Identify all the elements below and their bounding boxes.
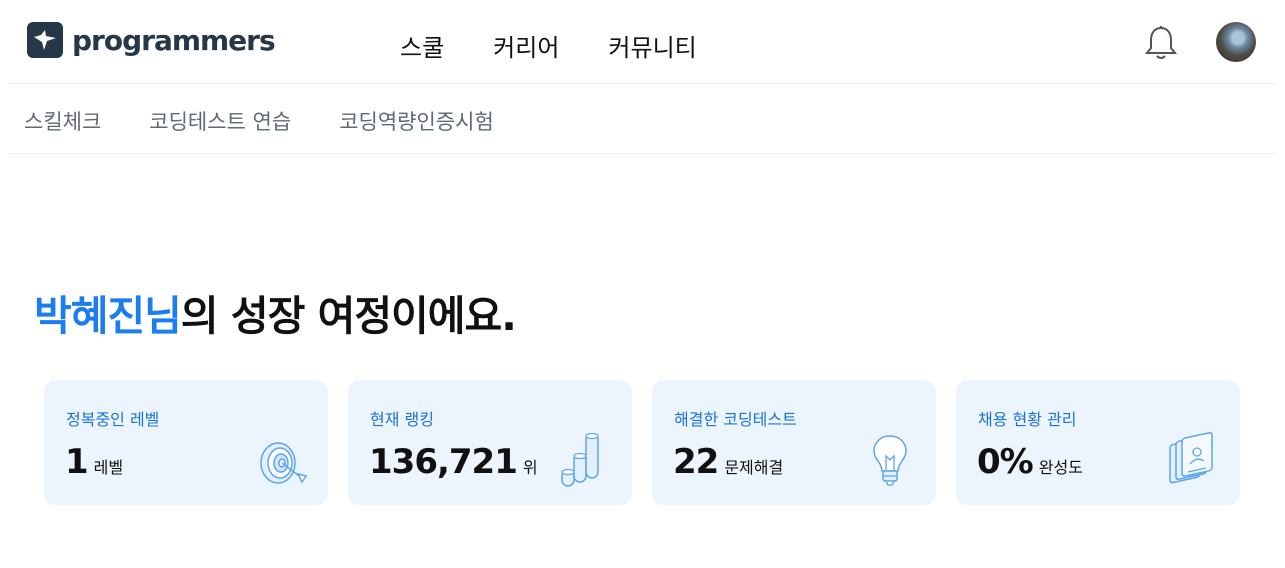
card-title: 채용 현황 관리	[978, 410, 1077, 429]
job-status-card[interactable]: 채용 현황 관리 0% 완성도	[956, 380, 1240, 505]
card-title: 해결한 코딩테스트	[674, 410, 797, 429]
level-card[interactable]: 정복중인 레벨 1 레벨	[44, 380, 328, 505]
card-value: 1 레벨	[65, 442, 123, 482]
bell-icon[interactable]	[1144, 25, 1178, 61]
programmers-logo[interactable]: programmers	[27, 22, 276, 58]
top-navigation-bar: programmers 스쿨 커리어 커뮤니티	[8, 0, 1277, 84]
subnav-item-coding-certification[interactable]: 코딩역량인증시험	[339, 106, 494, 136]
level-value: 1	[65, 442, 89, 482]
logo-bird-icon	[27, 22, 63, 58]
page-title: 박혜진님의 성장 여정이에요.	[34, 282, 517, 342]
completion-value: 0%	[977, 442, 1034, 482]
completion-unit: 완성도	[1038, 458, 1083, 477]
card-value: 0% 완성도	[977, 442, 1083, 482]
ranking-card[interactable]: 현재 랭킹 136,721 위	[348, 380, 632, 505]
ranking-unit: 위	[522, 458, 538, 477]
target-icon	[254, 430, 310, 488]
sub-navigation-bar: 스킬체크 코딩테스트 연습 코딩역량인증시험	[8, 84, 1277, 154]
subnav-item-coding-test-practice[interactable]: 코딩테스트 연습	[149, 106, 291, 136]
title-suffix: 의 성장 여정이에요.	[180, 292, 517, 340]
avatar[interactable]	[1216, 22, 1256, 62]
card-title: 정복중인 레벨	[66, 410, 160, 429]
nav-item-career[interactable]: 커리어	[493, 28, 559, 63]
ranking-bars-icon	[558, 430, 614, 488]
level-unit: 레벨	[93, 458, 124, 477]
ranking-value: 136,721	[369, 442, 518, 482]
nav-item-community[interactable]: 커뮤니티	[608, 28, 696, 63]
card-value: 22 문제해결	[673, 442, 783, 482]
resume-cards-icon	[1166, 430, 1222, 488]
subnav-item-skillcheck[interactable]: 스킬체크	[24, 106, 101, 136]
solved-tests-card[interactable]: 해결한 코딩테스트 22 문제해결	[652, 380, 936, 505]
lightbulb-icon	[862, 430, 918, 488]
solved-unit: 문제해결	[724, 458, 784, 477]
solved-value: 22	[673, 442, 719, 482]
card-value: 136,721 위	[369, 442, 538, 482]
nav-item-school[interactable]: 스쿨	[400, 28, 444, 63]
card-title: 현재 랭킹	[370, 410, 434, 429]
user-name: 박혜진님	[34, 292, 182, 340]
logo-text: programmers	[72, 23, 276, 57]
main-nav: 스쿨 커리어 커뮤니티	[400, 28, 697, 63]
